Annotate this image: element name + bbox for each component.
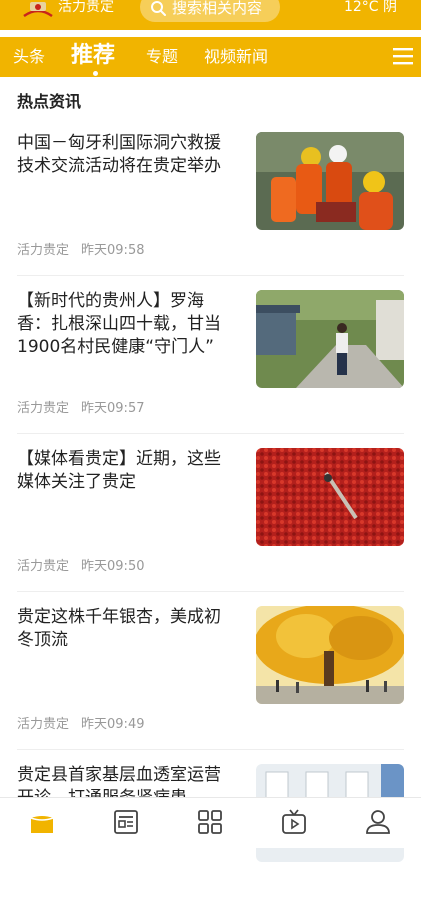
news-title[interactable]: 【新时代的贵州人】罗海香：扎根深山四十载，甘当1900名村民健康“守门人” bbox=[17, 290, 235, 359]
nav-profile[interactable] bbox=[364, 808, 394, 838]
news-item[interactable]: 中国－匈牙利国际洞穴救援技术交流活动将在贵定举办 活力贵定 昨天09:58 bbox=[0, 132, 421, 290]
news-source: 活力贵定 bbox=[17, 559, 70, 574]
tab-video-news[interactable]: 视频新闻 bbox=[204, 47, 268, 67]
news-source: 活力贵定 bbox=[17, 401, 70, 416]
app-name: 活力贵定 bbox=[58, 0, 114, 15]
nav-video[interactable] bbox=[280, 808, 310, 838]
tab-recommended[interactable]: 推荐 bbox=[71, 43, 115, 69]
nav-services[interactable] bbox=[196, 808, 226, 838]
active-tab-indicator bbox=[93, 71, 98, 76]
red-chili-drying-photo[interactable] bbox=[256, 448, 404, 546]
news-time: 昨天09:50 bbox=[81, 559, 145, 574]
village-doctor-photo[interactable] bbox=[256, 290, 404, 388]
ginkgo-tree-photo[interactable] bbox=[256, 606, 404, 704]
divider bbox=[17, 433, 404, 434]
nav-news[interactable] bbox=[112, 808, 142, 838]
news-title[interactable]: 贵定这株千年银杏，美成初冬顶流 bbox=[17, 606, 235, 652]
news-time: 昨天09:57 bbox=[81, 401, 145, 416]
app-logo-icon bbox=[23, 2, 53, 18]
divider bbox=[17, 591, 404, 592]
tv-icon bbox=[282, 809, 306, 834]
news-icon bbox=[114, 810, 138, 834]
news-time: 昨天09:58 bbox=[81, 243, 145, 258]
top-header: 活力贵定 搜索相关内容 12°C 阴 bbox=[0, 0, 421, 30]
news-title[interactable]: 中国－匈牙利国际洞穴救援技术交流活动将在贵定举办 bbox=[17, 132, 235, 178]
news-meta: 活力贵定 昨天09:50 bbox=[17, 559, 144, 575]
divider bbox=[17, 275, 404, 276]
search-icon bbox=[151, 1, 166, 16]
news-source: 活力贵定 bbox=[17, 243, 70, 258]
news-meta: 活力贵定 昨天09:57 bbox=[17, 401, 144, 417]
home-icon bbox=[30, 816, 54, 833]
divider bbox=[17, 749, 404, 750]
user-icon bbox=[366, 810, 390, 834]
news-meta: 活力贵定 昨天09:58 bbox=[17, 243, 144, 259]
news-meta: 活力贵定 昨天09:49 bbox=[17, 717, 144, 733]
tab-headlines[interactable]: 头条 bbox=[13, 47, 45, 67]
tab-topics[interactable]: 专题 bbox=[146, 47, 178, 67]
news-title[interactable]: 【媒体看贵定】近期，这些媒体关注了贵定 bbox=[17, 448, 235, 494]
nav-home[interactable] bbox=[28, 808, 58, 838]
news-item[interactable]: 【媒体看贵定】近期，这些媒体关注了贵定 活力贵定 昨天09:50 bbox=[0, 448, 421, 606]
news-item[interactable]: 【新时代的贵州人】罗海香：扎根深山四十载，甘当1900名村民健康“守门人” 活力… bbox=[0, 290, 421, 448]
section-title: 热点资讯 bbox=[17, 92, 82, 111]
search-bar[interactable]: 搜索相关内容 bbox=[140, 0, 280, 22]
grid-icon bbox=[198, 810, 222, 834]
weather-info: 12°C 阴 bbox=[343, 0, 397, 15]
menu-icon[interactable] bbox=[393, 47, 413, 65]
rescue-team-photo[interactable] bbox=[256, 132, 404, 230]
news-time: 昨天09:49 bbox=[81, 717, 145, 732]
bottom-navigation bbox=[0, 797, 421, 848]
category-tabs: 头条 推荐 专题 视频新闻 bbox=[0, 37, 421, 77]
news-source: 活力贵定 bbox=[17, 717, 70, 732]
search-placeholder: 搜索相关内容 bbox=[172, 0, 263, 17]
news-item[interactable]: 贵定这株千年银杏，美成初冬顶流 活力贵定 昨天09:49 bbox=[0, 606, 421, 764]
